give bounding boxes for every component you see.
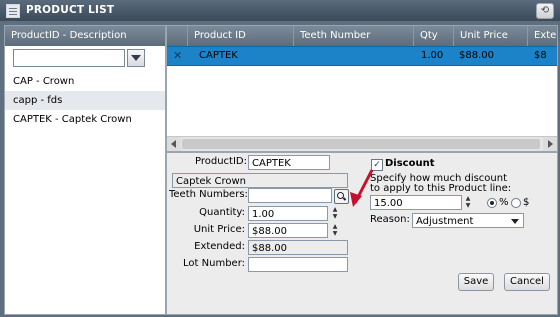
delete-row-icon[interactable]: ✕ xyxy=(173,47,182,65)
discount-checkbox[interactable]: ✓ xyxy=(371,159,383,171)
title-bar: PRODUCT LIST ⟲ xyxy=(0,0,560,21)
scroll-thumb[interactable] xyxy=(182,139,540,149)
quantity-label: Quantity: xyxy=(199,207,245,218)
unit-price-stepper[interactable] xyxy=(331,223,339,238)
product-list: CAP - Crown capp - fds CAPTEK - Captek C… xyxy=(5,72,165,129)
reason-select-value: Adjustment xyxy=(416,216,474,227)
cancel-button[interactable]: Cancel xyxy=(504,273,550,291)
table-row[interactable]: ✕ CAPTEK 1.00 $88.00 $8 xyxy=(167,46,557,66)
scroll-right-icon[interactable] xyxy=(543,137,557,151)
cell-extended: $8 xyxy=(534,50,547,61)
quantity-field[interactable]: 1.00 xyxy=(248,206,328,221)
percent-radio[interactable] xyxy=(487,198,497,208)
dollar-label: $ xyxy=(523,197,530,208)
percent-label: % xyxy=(499,197,509,208)
product-grid: Product ID Teeth Number Qty Unit Price E… xyxy=(166,25,558,152)
teeth-numbers-field[interactable] xyxy=(248,188,332,203)
cell-unit-price: $88.00 xyxy=(459,50,494,61)
teeth-numbers-label: Teeth Numbers: xyxy=(169,189,248,200)
reason-label: Reason: xyxy=(370,214,410,225)
description-field[interactable]: Captek Crown xyxy=(172,173,348,188)
cell-teeth-number xyxy=(299,47,399,65)
list-icon xyxy=(6,4,20,18)
unit-price-label: Unit Price: xyxy=(193,224,245,235)
horizontal-scrollbar[interactable] xyxy=(167,136,557,151)
lot-number-label: Lot Number: xyxy=(183,258,245,269)
list-item[interactable]: CAPTEK - Captek Crown xyxy=(5,110,165,129)
product-id-field[interactable]: CAPTEK xyxy=(248,155,330,170)
column-header-product-id[interactable]: Product ID xyxy=(187,26,292,46)
column-header-unit-price[interactable]: Unit Price xyxy=(453,26,522,46)
search-icon[interactable] xyxy=(334,189,349,204)
quantity-stepper[interactable] xyxy=(331,206,339,221)
window-title: PRODUCT LIST xyxy=(26,4,115,16)
discount-stepper[interactable] xyxy=(464,195,472,210)
filter-input[interactable] xyxy=(13,49,125,67)
column-header-teeth-number[interactable]: Teeth Number xyxy=(293,26,412,46)
extended-label: Extended: xyxy=(194,241,245,252)
product-id-label: ProductID: xyxy=(195,156,247,167)
column-header-extended[interactable]: Exte xyxy=(527,26,558,46)
product-list-header: ProductID - Description xyxy=(5,26,165,46)
lot-number-field[interactable] xyxy=(248,257,348,272)
filter-funnel-icon[interactable] xyxy=(127,49,145,67)
cell-qty: 1.00 xyxy=(421,50,444,61)
discount-instructions: Specify how much discount to apply to th… xyxy=(370,173,512,194)
unit-price-field[interactable]: $88.00 xyxy=(248,223,328,238)
cell-product-id: CAPTEK xyxy=(199,50,238,61)
save-button[interactable]: Save xyxy=(458,273,494,291)
dollar-radio[interactable] xyxy=(511,198,521,208)
list-item[interactable]: capp - fds xyxy=(5,91,165,110)
discount-amount-field[interactable]: 15.00 xyxy=(370,195,462,210)
reason-select[interactable]: Adjustment xyxy=(412,213,524,228)
extended-field: $88.00 xyxy=(248,240,348,255)
product-list-panel: ProductID - Description CAP - Crown capp… xyxy=(4,25,166,315)
product-detail-form: ProductID: CAPTEK Captek Crown Teeth Num… xyxy=(166,152,558,315)
grid-header: Product ID Teeth Number Qty Unit Price E… xyxy=(167,26,557,46)
column-header-qty[interactable]: Qty xyxy=(413,26,444,46)
list-item[interactable]: CAP - Crown xyxy=(5,72,165,91)
scroll-left-icon[interactable] xyxy=(167,137,181,151)
discount-label: Discount xyxy=(385,158,435,169)
refresh-icon[interactable]: ⟲ xyxy=(536,3,554,19)
